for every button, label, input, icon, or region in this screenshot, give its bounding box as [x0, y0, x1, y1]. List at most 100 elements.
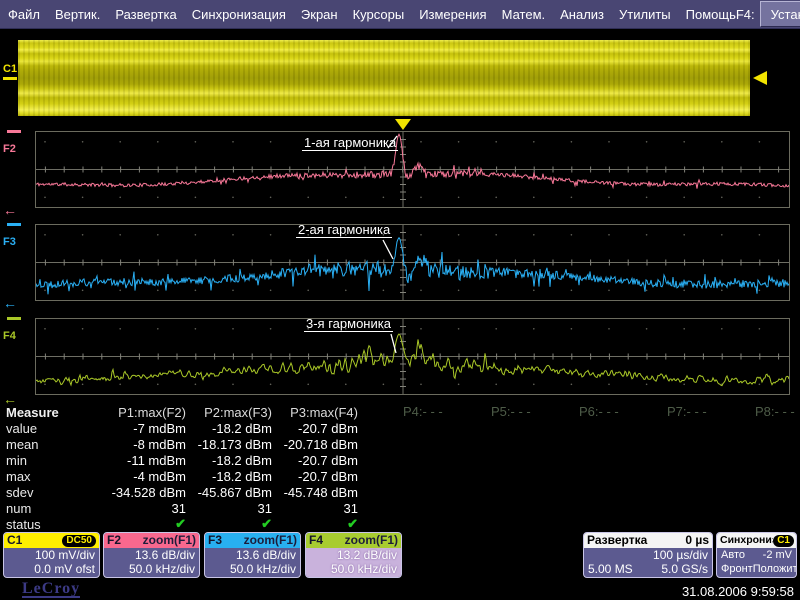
measure-row-status: status✔✔✔ [0, 516, 800, 532]
fft-panel-f3 [35, 224, 790, 301]
f4-zero-arrow-icon[interactable]: ← [3, 394, 17, 404]
annotation-f2: 1-ая гармоника [302, 136, 398, 151]
menu-items: Файл Вертик. Развертка Синхронизация Экран Ку… [0, 7, 736, 22]
measure-row-label: num [0, 501, 76, 516]
c1-trace-label: C1 [3, 63, 17, 75]
measure-col-p3: P3:max(F4) [272, 405, 358, 420]
trace-f2 [36, 132, 789, 207]
measure-col-empty: P4:- - - [403, 404, 491, 419]
f3-zero-arrow-icon[interactable]: ← [3, 298, 17, 308]
f3-hzdiv: 50.0 kHz/div [209, 562, 296, 576]
channel-box-f2[interactable]: F2 zoom(F1) 13.6 dB/div 50.0 kHz/div [103, 532, 200, 578]
f2-hzdiv: 50.0 kHz/div [108, 562, 195, 576]
measure-col-empty: P8:- - - [755, 404, 800, 419]
trigger-title: Синхронизац [720, 533, 773, 548]
measure-cell: 31 [272, 501, 358, 516]
c1-offset-marker-icon[interactable] [3, 77, 17, 80]
trigger-level-marker-icon[interactable] [753, 71, 767, 85]
measure-cell: -20.7 dBm [272, 469, 358, 484]
f4-box-label: F4 [309, 533, 323, 548]
f2-dbdiv: 13.6 dB/div [108, 548, 195, 562]
measure-cell: -20.7 dBm [272, 453, 358, 468]
timebase-delay: 0 µs [685, 533, 709, 548]
f2-source-label: zoom(F1) [143, 533, 196, 548]
menu-item-файл[interactable]: Файл [8, 7, 40, 22]
measure-cell: -18.2 dBm [186, 421, 272, 436]
menu-item-экран[interactable]: Экран [301, 7, 338, 22]
f3-dbdiv: 13.6 dB/div [209, 548, 296, 562]
menu-item-курсоры[interactable]: Курсоры [353, 7, 405, 22]
f2-zero-arrow-icon[interactable]: ← [3, 205, 17, 215]
measure-row-label: max [0, 469, 76, 484]
c1-coupling-badge: DC50 [62, 535, 96, 547]
measure-col-empty: P7:- - - [667, 404, 755, 419]
channel-box-f4[interactable]: F4 zoom(F1) 13.2 dB/div 50.0 kHz/div [305, 532, 402, 578]
trigger-delay-marker-icon[interactable] [395, 119, 411, 130]
measure-cell: 31 [186, 501, 272, 516]
c1-box-label: C1 [7, 533, 22, 548]
measure-row-label: status [0, 517, 76, 532]
f3-source-label: zoom(F1) [244, 533, 297, 548]
f2-box-label: F2 [107, 533, 121, 548]
f3-box-label: F3 [208, 533, 222, 548]
annotation-f4: 3-я гармоника [304, 317, 393, 332]
measure-cell: 31 [76, 501, 186, 516]
f4-trace-label: F4 [3, 330, 16, 342]
measure-cell: -20.718 dBm [272, 437, 358, 452]
measure-row-value: value-7 mdBm-18.2 dBm-20.7 dBm [0, 420, 800, 436]
timebase-rate: 5.0 GS/s [661, 562, 708, 576]
f3-offset-marker-icon[interactable] [7, 223, 21, 226]
f4-hzdiv: 50.0 kHz/div [310, 562, 397, 576]
menu-item-вертик[interactable]: Вертик. [55, 7, 100, 22]
timebase-box[interactable]: Развертка 0 µs 100 µs/div 5.00 MS 5.0 GS… [583, 532, 713, 578]
trigger-edge: Фронт [721, 562, 753, 576]
channel-box-f3[interactable]: F3 zoom(F1) 13.6 dB/div 50.0 kHz/div [204, 532, 301, 578]
trigger-mode: Авто [721, 548, 745, 562]
menu-item-матем[interactable]: Матем. [502, 7, 546, 22]
fft-panel-f2 [35, 131, 790, 208]
f3-trace-label: F3 [3, 236, 16, 248]
c1-waveform [18, 40, 750, 116]
trace-f4 [36, 319, 789, 394]
f2-offset-marker-icon[interactable] [7, 130, 21, 133]
measure-title: Measure [0, 405, 76, 420]
menu-item-утилиты[interactable]: Утилиты [619, 7, 671, 22]
setup-button[interactable]: Установки [760, 1, 800, 27]
f2-trace-label: F2 [3, 143, 16, 155]
measure-cell: -18.2 dBm [186, 453, 272, 468]
trigger-slope: Положит [753, 562, 797, 576]
measure-cell: -18.2 dBm [186, 469, 272, 484]
measure-cell: -8 mdBm [76, 437, 186, 452]
f4-offset-marker-icon[interactable] [7, 317, 21, 320]
measure-table: Measure P1:max(F2) P2:max(F3) P3:max(F4)… [0, 404, 800, 532]
measure-cell: -45.867 dBm [186, 485, 272, 500]
timebase-title: Развертка [587, 533, 647, 548]
fft-panel-f4 [35, 318, 790, 395]
measure-cell: -18.173 dBm [186, 437, 272, 452]
measure-cell: -7 mdBm [76, 421, 186, 436]
menu-bar: Файл Вертик. Развертка Синхронизация Экран Ку… [0, 0, 800, 29]
measure-col-empty: P6:- - - [579, 404, 667, 419]
menu-item-развертка[interactable]: Развертка [115, 7, 176, 22]
menu-item-анализ[interactable]: Анализ [560, 7, 604, 22]
status-check-icon: ✔ [76, 516, 186, 532]
timebase-samples: 5.00 MS [588, 562, 633, 576]
c1-vdiv: 100 mV/div [8, 548, 95, 562]
lecroy-logo: LeCroy [22, 581, 80, 598]
measure-empty-columns: P4:- - -P5:- - -P6:- - -P7:- - -P8:- - - [403, 404, 800, 419]
measure-cell: -45.748 dBm [272, 485, 358, 500]
measure-col-p2: P2:max(F3) [186, 405, 272, 420]
trigger-box[interactable]: Синхронизац C1 Авто -2 mV Фронт Положит [716, 532, 797, 578]
menu-item-синхронизация[interactable]: Синхронизация [192, 7, 286, 22]
measure-row-label: sdev [0, 485, 76, 500]
menu-item-измерения[interactable]: Измерения [419, 7, 486, 22]
channel-box-c1[interactable]: C1 DC50 100 mV/div 0.0 mV ofst [3, 532, 100, 578]
measure-row-label: value [0, 421, 76, 436]
measure-row-mean: mean-8 mdBm-18.173 dBm-20.718 dBm [0, 436, 800, 452]
measure-row-label: mean [0, 437, 76, 452]
menu-item-помощь[interactable]: Помощь [686, 7, 736, 22]
annotation-f3: 2-ая гармоника [296, 223, 392, 238]
measure-rows: value-7 mdBm-18.2 dBm-20.7 dBmmean-8 mdB… [0, 420, 800, 532]
oscilloscope-screen: Файл Вертик. Развертка Синхронизация Экран Ку… [0, 0, 800, 600]
trigger-source-badge: C1 [773, 535, 794, 547]
